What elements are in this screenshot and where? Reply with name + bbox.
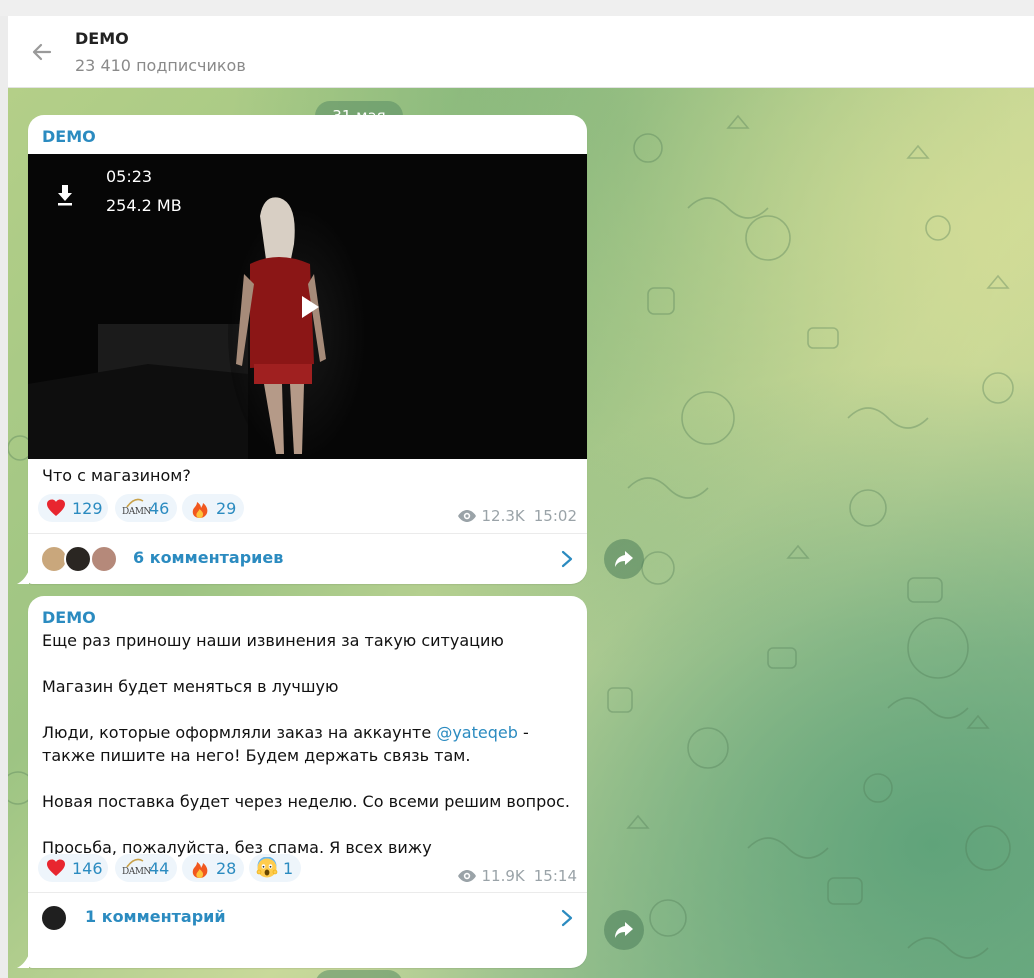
reaction-damn[interactable]: DAMN 44 — [115, 854, 177, 882]
channel-title[interactable]: DEMO — [75, 29, 129, 48]
play-icon — [302, 296, 319, 318]
share-icon — [615, 551, 633, 567]
reaction-fire[interactable]: 29 — [182, 494, 244, 522]
reaction-count: 44 — [149, 858, 170, 878]
download-icon — [58, 185, 72, 206]
channel-post[interactable]: DEMO Еще раз приношу наши извинения за т… — [28, 596, 587, 968]
video-duration: 05:23 — [106, 167, 153, 186]
chevron-right-icon — [561, 909, 573, 927]
post-paragraph: Новая поставка будет через неделю. Со вс… — [42, 792, 570, 811]
chevron-right-icon — [561, 550, 573, 568]
download-button[interactable] — [49, 177, 81, 209]
play-button[interactable] — [293, 291, 325, 323]
post-author[interactable]: DEMO — [42, 127, 96, 146]
reaction-count: 146 — [72, 858, 103, 878]
post-paragraph: Еще раз приношу наши извинения за такую … — [42, 631, 504, 650]
video-size: 254.2 MB — [106, 196, 182, 215]
bubble-tail — [17, 570, 29, 584]
post-time: 15:02 — [533, 507, 577, 525]
mention-link[interactable]: @yateqeb — [436, 723, 518, 742]
date-separator-partial — [315, 970, 403, 978]
fire-icon — [189, 857, 211, 879]
post-caption: Что с магазином? — [42, 466, 191, 485]
bubble-tail — [17, 954, 29, 968]
scream-icon — [256, 856, 278, 879]
video-preview[interactable]: 05:23 254.2 MB — [28, 154, 587, 459]
post-meta: 11.9K 15:14 — [457, 867, 577, 885]
comments-button[interactable]: 1 комментарий — [28, 893, 587, 943]
subscriber-count: 23 410 подписчиков — [75, 56, 246, 75]
chat-area[interactable]: 31 мая DEMO — [8, 88, 1034, 978]
view-count: 12.3K — [481, 507, 525, 525]
fire-icon — [189, 497, 211, 519]
eye-icon — [457, 510, 476, 522]
comments-label: 6 комментариев — [133, 548, 284, 567]
reaction-count: 29 — [216, 498, 237, 518]
avatar — [90, 545, 118, 573]
reaction-count: 46 — [149, 498, 170, 518]
heart-icon — [45, 497, 67, 519]
reaction-count: 28 — [216, 858, 237, 878]
back-button[interactable] — [26, 36, 58, 68]
post-author[interactable]: DEMO — [42, 608, 96, 627]
comments-label: 1 комментарий — [85, 907, 226, 926]
reaction-count: 129 — [72, 498, 103, 518]
reaction-heart[interactable]: 129 — [38, 494, 108, 522]
damn-sticker-icon: DAMN — [122, 497, 151, 519]
post-paragraph: Магазин будет меняться в лучшую — [42, 677, 339, 696]
channel-header: DEMO 23 410 подписчиков — [8, 16, 1034, 88]
channel-post[interactable]: DEMO 05:23 254.2 MB Что с магазином? 129… — [28, 115, 587, 584]
post-paragraph: Люди, которые оформляли заказ на аккаунт… — [42, 721, 572, 767]
post-time: 15:14 — [533, 867, 577, 885]
eye-icon — [457, 870, 476, 882]
reaction-fire[interactable]: 28 — [182, 854, 244, 882]
reaction-heart[interactable]: 146 — [38, 854, 108, 882]
share-button[interactable] — [604, 539, 644, 579]
avatar — [40, 904, 68, 932]
window-top-strip — [0, 0, 1034, 16]
avatar — [64, 545, 92, 573]
post-text: Еще раз приношу наши извинения за такую … — [42, 629, 572, 859]
post-meta: 12.3K 15:02 — [457, 507, 577, 525]
share-icon — [615, 922, 633, 938]
reaction-count: 1 — [283, 858, 294, 878]
heart-icon — [45, 857, 67, 879]
view-count: 11.9K — [481, 867, 525, 885]
reaction-damn[interactable]: DAMN 46 — [115, 494, 177, 522]
comments-button[interactable]: 6 комментариев — [28, 534, 587, 584]
damn-sticker-icon: DAMN — [122, 857, 151, 879]
reaction-scream[interactable]: 1 — [249, 854, 301, 882]
arrow-left-icon — [32, 43, 52, 61]
text-span: Люди, которые оформляли заказ на аккаунт… — [42, 723, 437, 742]
share-button[interactable] — [604, 910, 644, 950]
